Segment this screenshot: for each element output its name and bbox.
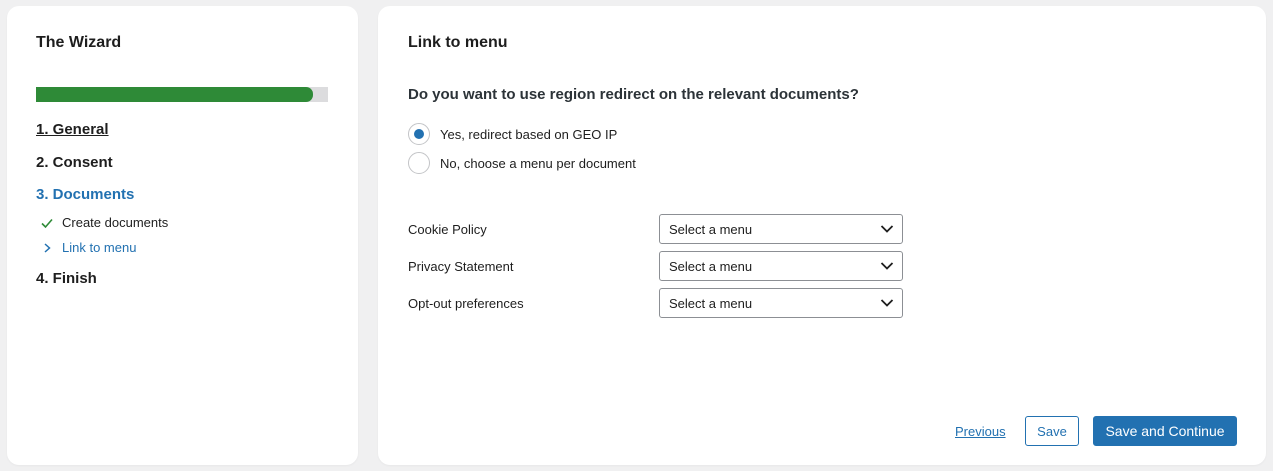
- radio-option-geo-ip-label: Yes, redirect based on GEO IP: [440, 126, 618, 142]
- substep-link-to-menu-label: Link to menu: [62, 240, 137, 255]
- opt-out-preferences-label: Opt-out preferences: [408, 296, 524, 311]
- chevron-down-icon: [880, 225, 894, 233]
- radio-option-geo-ip[interactable]: Yes, redirect based on GEO IP: [408, 123, 617, 145]
- radio-option-menu-per-document[interactable]: No, choose a menu per document: [408, 152, 636, 174]
- region-redirect-question: Do you want to use region redirect on th…: [408, 86, 859, 103]
- step-general-label: 1. General: [36, 121, 109, 138]
- privacy-statement-select[interactable]: Select a menu: [659, 251, 903, 281]
- save-and-continue-button[interactable]: Save and Continue: [1093, 416, 1237, 446]
- opt-out-preferences-select[interactable]: Select a menu: [659, 288, 903, 318]
- chevron-right-icon: [44, 242, 51, 253]
- wizard-sidebar: The Wizard 1. General 2. Consent 3. Docu…: [7, 6, 358, 465]
- save-button[interactable]: Save: [1025, 416, 1079, 446]
- cookie-policy-select-value: Select a menu: [669, 221, 753, 237]
- radio-button-menu-per-document[interactable]: [408, 152, 430, 174]
- main-panel: Link to menu Do you want to use region r…: [378, 6, 1266, 465]
- substep-link-to-menu[interactable]: Link to menu: [40, 240, 136, 255]
- radio-option-menu-per-document-label: No, choose a menu per document: [440, 155, 636, 171]
- substep-create-documents-label: Create documents: [62, 215, 169, 230]
- check-icon: [41, 218, 53, 228]
- radio-selected-dot: [414, 129, 424, 139]
- previous-button[interactable]: Previous: [955, 424, 1006, 439]
- step-finish[interactable]: 4. Finish: [36, 270, 97, 287]
- wizard-progress-bar: [36, 87, 328, 102]
- cookie-policy-select[interactable]: Select a menu: [659, 214, 903, 244]
- step-general[interactable]: 1. General: [36, 121, 109, 138]
- privacy-statement-label: Privacy Statement: [408, 259, 514, 274]
- page-title: Link to menu: [408, 34, 508, 51]
- chevron-down-icon: [880, 262, 894, 270]
- step-documents[interactable]: 3. Documents: [36, 186, 134, 203]
- chevron-down-icon: [880, 299, 894, 307]
- radio-button-geo-ip[interactable]: [408, 123, 430, 145]
- wizard-title: The Wizard: [36, 34, 122, 51]
- cookie-policy-label: Cookie Policy: [408, 222, 487, 237]
- substep-create-documents[interactable]: Create documents: [40, 215, 168, 230]
- wizard-progress-fill: [36, 87, 314, 102]
- step-consent[interactable]: 2. Consent: [36, 154, 113, 171]
- opt-out-preferences-select-value: Select a menu: [669, 295, 753, 311]
- privacy-statement-select-value: Select a menu: [669, 258, 753, 274]
